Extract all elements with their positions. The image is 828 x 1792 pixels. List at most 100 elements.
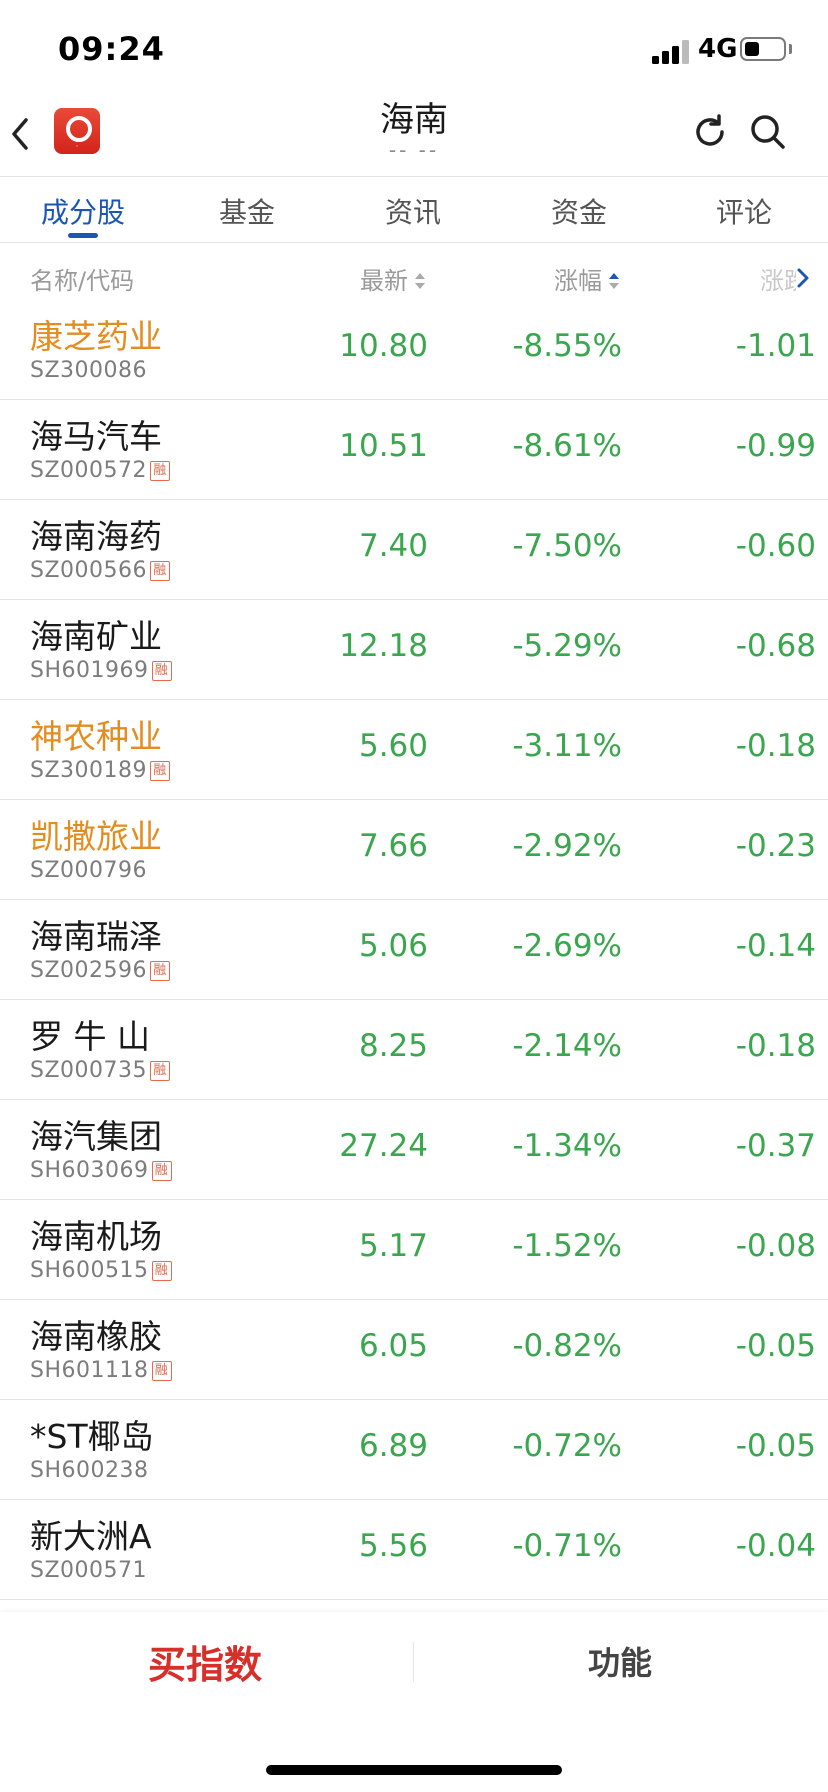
margin-badge: 融 bbox=[150, 461, 171, 481]
table-row[interactable]: 海南机场 SH600515 融 5.17 -1.52% -0.08 bbox=[0, 1200, 828, 1300]
tab-news[interactable]: 资讯 bbox=[333, 191, 493, 231]
stock-change: -0.37 bbox=[735, 1128, 816, 1164]
stock-price: 12.18 bbox=[339, 628, 428, 664]
stock-name: 海南矿业 bbox=[30, 617, 162, 656]
stock-change-pct: -2.14% bbox=[512, 1028, 622, 1064]
stock-change: -0.68 bbox=[735, 628, 816, 664]
chevron-right-icon[interactable] bbox=[796, 267, 810, 289]
search-icon[interactable] bbox=[748, 112, 788, 152]
tab-capital[interactable]: 资金 bbox=[499, 191, 659, 231]
stock-price: 5.06 bbox=[358, 928, 428, 964]
table-row[interactable]: 海汽集团 SH603069 融 27.24 -1.34% -0.37 bbox=[0, 1100, 828, 1200]
bottom-bar: 买指数 功能 bbox=[0, 1612, 828, 1792]
stock-change: -1.01 bbox=[735, 328, 816, 364]
stock-change: -0.14 bbox=[735, 928, 816, 964]
margin-badge: 融 bbox=[151, 1361, 172, 1381]
status-time: 09:24 bbox=[58, 30, 165, 68]
stock-change-pct: -0.72% bbox=[512, 1428, 622, 1464]
stock-list: 康芝药业 SZ300086 10.80 -8.55% -1.01 海马汽车 SZ… bbox=[0, 300, 828, 1600]
network-type: 4G bbox=[698, 34, 738, 64]
status-bar: 09:24 4G bbox=[0, 0, 828, 100]
stock-change: -0.04 bbox=[735, 1528, 816, 1564]
nav-bar: · 海南 -- -- bbox=[0, 100, 828, 177]
table-row[interactable]: 新大洲A SZ000571 5.56 -0.71% -0.04 bbox=[0, 1500, 828, 1600]
tab-funds[interactable]: 基金 bbox=[167, 191, 327, 231]
home-indicator bbox=[266, 1765, 562, 1775]
table-row[interactable]: 康芝药业 SZ300086 10.80 -8.55% -1.01 bbox=[0, 300, 828, 400]
table-row[interactable]: 海南橡胶 SH601118 融 6.05 -0.82% -0.05 bbox=[0, 1300, 828, 1400]
stock-name: 凯撒旅业 bbox=[30, 817, 162, 856]
column-name-code: 名称/代码 bbox=[30, 267, 135, 295]
stock-code: SZ300189 融 bbox=[30, 758, 171, 783]
stock-change: -0.60 bbox=[735, 528, 816, 564]
column-change-pct[interactable]: 涨幅 bbox=[554, 261, 620, 296]
table-row[interactable]: 海南矿业 SH601969 融 12.18 -5.29% -0.68 bbox=[0, 600, 828, 700]
margin-badge: 融 bbox=[151, 1161, 172, 1181]
stock-change-pct: -2.69% bbox=[512, 928, 622, 964]
refresh-icon[interactable] bbox=[690, 112, 730, 152]
stock-change: -0.05 bbox=[735, 1428, 816, 1464]
stock-code: SZ000796 bbox=[30, 858, 148, 883]
bottom-divider bbox=[413, 1642, 414, 1682]
table-row[interactable]: *ST椰岛 SH600238 6.89 -0.72% -0.05 bbox=[0, 1400, 828, 1500]
stock-name: *ST椰岛 bbox=[30, 1417, 154, 1456]
table-row[interactable]: 罗 牛 山 SZ000735 融 8.25 -2.14% -0.18 bbox=[0, 1000, 828, 1100]
stock-name: 海南机场 bbox=[30, 1217, 162, 1256]
stock-change: -0.18 bbox=[735, 1028, 816, 1064]
stock-code: SZ300086 bbox=[30, 358, 148, 383]
battery-icon bbox=[740, 37, 786, 61]
margin-badge: 融 bbox=[151, 661, 172, 681]
stock-price: 7.66 bbox=[358, 828, 428, 864]
margin-badge: 融 bbox=[150, 761, 171, 781]
stock-price: 27.24 bbox=[339, 1128, 428, 1164]
stock-change-pct: -1.52% bbox=[512, 1228, 622, 1264]
margin-badge: 融 bbox=[150, 1061, 171, 1081]
stock-change: -0.99 bbox=[735, 428, 816, 464]
stock-price: 5.56 bbox=[358, 1528, 428, 1564]
stock-change-pct: -8.55% bbox=[512, 328, 622, 364]
sort-active-icon bbox=[608, 273, 620, 291]
stock-code: SZ000735 融 bbox=[30, 1058, 171, 1083]
stock-change-pct: -5.29% bbox=[512, 628, 622, 664]
table-row[interactable]: 神农种业 SZ300189 融 5.60 -3.11% -0.18 bbox=[0, 700, 828, 800]
stock-change-pct: -2.92% bbox=[512, 828, 622, 864]
stock-name: 神农种业 bbox=[30, 717, 162, 756]
column-change[interactable]: 涨跌 bbox=[760, 261, 796, 296]
stock-change-pct: -0.71% bbox=[512, 1528, 622, 1564]
stock-change: -0.08 bbox=[735, 1228, 816, 1264]
table-row[interactable]: 海南瑞泽 SZ002596 融 5.06 -2.69% -0.14 bbox=[0, 900, 828, 1000]
tab-comments[interactable]: 评论 bbox=[664, 191, 824, 231]
stock-change-pct: -7.50% bbox=[512, 528, 622, 564]
stock-code: SZ000566 融 bbox=[30, 558, 171, 583]
column-change-pct-label: 涨幅 bbox=[554, 267, 602, 295]
column-latest[interactable]: 最新 bbox=[360, 261, 426, 296]
functions-button[interactable]: 功能 bbox=[470, 1638, 770, 1684]
stock-name: 康芝药业 bbox=[30, 317, 162, 356]
margin-badge: 融 bbox=[151, 1261, 172, 1281]
stock-change-pct: -8.61% bbox=[512, 428, 622, 464]
table-row[interactable]: 凯撒旅业 SZ000796 7.66 -2.92% -0.23 bbox=[0, 800, 828, 900]
stock-code: SH600515 融 bbox=[30, 1258, 172, 1283]
stock-price: 5.60 bbox=[358, 728, 428, 764]
margin-badge: 融 bbox=[150, 561, 171, 581]
stock-price: 10.80 bbox=[339, 328, 428, 364]
buy-index-button[interactable]: 买指数 bbox=[60, 1634, 350, 1689]
stock-price: 10.51 bbox=[339, 428, 428, 464]
stock-name: 海汽集团 bbox=[30, 1117, 162, 1156]
table-row[interactable]: 海马汽车 SZ000572 融 10.51 -8.61% -0.99 bbox=[0, 400, 828, 500]
table-row[interactable]: 海南海药 SZ000566 融 7.40 -7.50% -0.60 bbox=[0, 500, 828, 600]
stock-name: 海南海药 bbox=[30, 517, 162, 556]
stock-change: -0.05 bbox=[735, 1328, 816, 1364]
stock-name: 海马汽车 bbox=[30, 417, 162, 456]
stock-code: SZ000572 融 bbox=[30, 458, 171, 483]
stock-change-pct: -1.34% bbox=[512, 1128, 622, 1164]
stock-code: SZ000571 bbox=[30, 1558, 148, 1583]
tab-bar: 成分股 基金 资讯 资金 评论 bbox=[0, 177, 828, 243]
stock-code: SH600238 bbox=[30, 1458, 149, 1483]
stock-change-pct: -3.11% bbox=[512, 728, 622, 764]
stock-change: -0.23 bbox=[735, 828, 816, 864]
stock-code: SZ002596 融 bbox=[30, 958, 171, 983]
margin-badge: 融 bbox=[150, 961, 171, 981]
stock-price: 5.17 bbox=[358, 1228, 428, 1264]
tab-components[interactable]: 成分股 bbox=[3, 191, 163, 231]
